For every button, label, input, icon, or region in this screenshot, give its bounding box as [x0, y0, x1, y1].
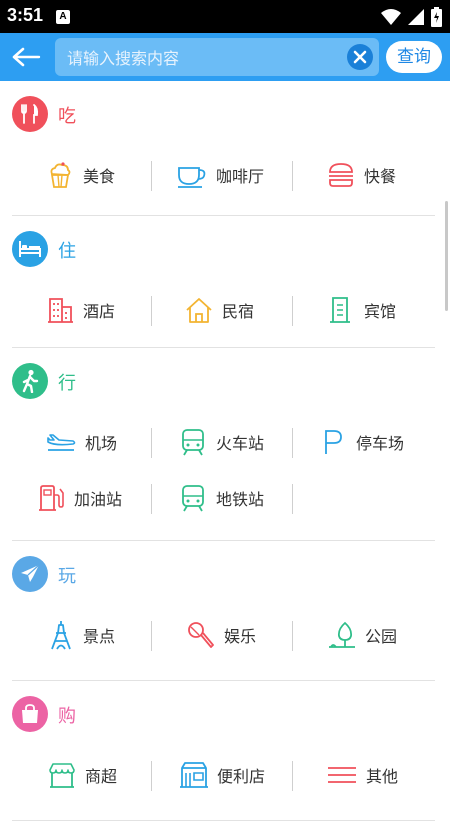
category-label: 火车站	[216, 434, 265, 453]
shopping-bag-icon	[12, 696, 48, 732]
store-icon	[49, 763, 75, 788]
divider	[151, 296, 152, 326]
burger-icon	[329, 163, 353, 187]
fork-knife-icon	[12, 96, 48, 132]
search-input[interactable]	[65, 38, 339, 78]
microphone-icon	[188, 622, 214, 648]
divider	[292, 621, 293, 651]
train-icon	[182, 429, 204, 456]
category-label: 娱乐	[224, 627, 257, 646]
divider	[151, 161, 152, 191]
category-label: 加油站	[74, 490, 123, 509]
section-title-eat: 吃	[58, 106, 76, 127]
section-title-play: 玩	[58, 566, 76, 587]
category-item-train-station[interactable]: 火车站	[178, 414, 264, 470]
divider	[151, 761, 152, 791]
category-label: 咖啡厅	[216, 167, 265, 186]
category-label: 酒店	[83, 302, 116, 321]
divider	[292, 161, 293, 191]
category-label: 景点	[83, 627, 116, 646]
category-item-guesthouse[interactable]: 宾馆	[326, 282, 396, 338]
section-eat: 吃 美食 咖啡厅 快餐	[0, 81, 450, 216]
category-label: 公园	[365, 627, 398, 646]
battery-icon	[431, 7, 442, 27]
signal-icon	[408, 9, 424, 25]
category-item-fastfood[interactable]: 快餐	[326, 147, 396, 203]
section-play: 玩 景点 娱乐 公园	[0, 541, 450, 681]
category-label: 美食	[83, 167, 116, 186]
system-icons	[381, 6, 442, 28]
divider	[292, 761, 293, 791]
category-label: 便利店	[217, 767, 266, 786]
divider	[292, 296, 293, 326]
search-box	[55, 38, 379, 78]
category-item-food[interactable]: 美食	[45, 147, 115, 203]
divider	[292, 484, 293, 514]
divider	[151, 484, 152, 514]
category-label: 商超	[85, 767, 118, 786]
category-label: 民宿	[222, 302, 255, 321]
divider	[151, 621, 152, 651]
section-shop: 购 商超 便利店 其他	[0, 681, 450, 821]
section-stay: 住 酒店 民宿 宾馆	[0, 216, 450, 348]
category-item-entertainment[interactable]: 娱乐	[186, 607, 256, 663]
section-title-go: 行	[58, 373, 76, 394]
scrollbar[interactable]	[445, 201, 448, 311]
category-item-hotel[interactable]: 酒店	[45, 282, 115, 338]
category-label: 宾馆	[364, 302, 397, 321]
section-go: 行 机场 火车站 停车场 加油站 地铁站	[0, 348, 450, 541]
close-icon	[353, 50, 367, 64]
tree-icon	[329, 621, 355, 648]
shop-front-icon	[180, 762, 208, 788]
cupcake-icon	[50, 162, 71, 188]
building-icon	[48, 298, 73, 323]
category-item-supermarket[interactable]: 商超	[47, 747, 117, 803]
category-list: 吃 美食 咖啡厅 快餐 住 酒店 民宿 宾馆 行 机场 火车站 停车场 加油站 …	[0, 81, 450, 821]
category-item-convenience-store[interactable]: 便利店	[179, 747, 265, 803]
category-item-airport[interactable]: 机场	[45, 414, 117, 470]
category-label: 停车场	[356, 434, 405, 453]
back-arrow-icon	[12, 47, 41, 67]
category-label: 机场	[85, 434, 118, 453]
bed-icon	[12, 231, 48, 267]
paper-plane-icon	[12, 556, 48, 592]
wifi-icon	[381, 9, 401, 25]
door-icon	[330, 297, 350, 323]
tower-icon	[51, 621, 71, 650]
status-time: 3:51	[7, 5, 44, 25]
status-bar: 3:51 A	[0, 0, 450, 33]
category-item-gas-station[interactable]: 加油站	[36, 470, 122, 526]
house-icon	[186, 298, 212, 323]
category-item-parking[interactable]: 停车场	[320, 414, 404, 470]
back-button[interactable]	[8, 41, 42, 73]
parking-icon	[325, 430, 342, 454]
category-item-homestay[interactable]: 民宿	[184, 282, 254, 338]
category-item-park[interactable]: 公园	[327, 607, 397, 663]
category-label: 快餐	[364, 167, 397, 186]
menu-lines-icon	[328, 767, 356, 783]
category-item-cafe[interactable]: 咖啡厅	[176, 147, 264, 203]
category-label: 其他	[366, 767, 399, 786]
section-title-stay: 住	[58, 241, 76, 262]
category-label: 地铁站	[216, 490, 265, 509]
gas-pump-icon	[39, 485, 64, 511]
clear-button[interactable]	[347, 44, 373, 70]
subway-icon	[182, 485, 204, 512]
notification-icon: A	[56, 10, 70, 24]
category-item-other[interactable]: 其他	[326, 747, 398, 803]
category-item-subway-station[interactable]: 地铁站	[178, 470, 264, 526]
airplane-icon	[47, 434, 76, 451]
divider	[292, 428, 293, 458]
query-button[interactable]: 查询	[386, 41, 442, 73]
section-title-shop: 购	[58, 706, 76, 727]
category-item-scenic-spot[interactable]: 景点	[47, 607, 115, 663]
coffee-cup-icon	[178, 167, 206, 188]
walking-person-icon	[12, 363, 48, 399]
search-header: 查询	[0, 33, 450, 81]
divider	[151, 428, 152, 458]
